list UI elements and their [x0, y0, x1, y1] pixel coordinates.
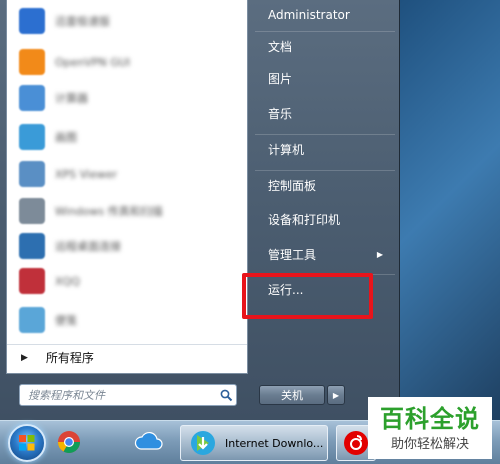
pinned-program-label: OpenVPN GUI — [55, 55, 131, 69]
remote-desktop-icon — [19, 233, 45, 259]
netease-music-icon — [344, 431, 368, 455]
cloud-icon[interactable] — [134, 429, 164, 455]
user-name[interactable]: Administrator — [255, 0, 395, 30]
start-menu: 迅雷极速版 OpenVPN GUI 计算器画图 XPS Viewer Windows 传… — [0, 0, 400, 420]
shutdown-button[interactable]: 关机 — [259, 385, 325, 405]
menu-item-documents[interactable]: 文档 — [255, 31, 395, 61]
watermark-subtitle: 助你轻松解决 — [390, 437, 469, 452]
admin-tools-label: 管理工具 — [268, 247, 317, 262]
start-orb-icon[interactable] — [8, 424, 46, 462]
menu-item-control-panel[interactable]: 控制面板 — [255, 170, 395, 200]
pinned-program-label: 迅雷极速版 — [55, 15, 110, 28]
pinned-program-label: 便笺 — [55, 314, 77, 327]
openvpn-icon — [19, 49, 45, 75]
watermark: 百科全说 助你轻松解决 — [368, 397, 492, 459]
start-menu-programs-panel: 迅雷极速版 OpenVPN GUI 计算器画图 XPS Viewer Windows 传… — [6, 0, 248, 374]
pinned-program-item[interactable]: Windows 传真和扫描 — [7, 194, 247, 228]
sticky-icon — [19, 307, 45, 333]
menu-item-devices-printers[interactable]: 设备和打印机 — [255, 204, 395, 234]
computer-label: 计算机 — [268, 143, 305, 157]
menu-item-pictures[interactable]: 图片 — [255, 63, 395, 93]
music-label: 音乐 — [268, 106, 293, 121]
run-highlight-box — [242, 273, 373, 319]
pinned-program-item[interactable]: 画图 — [7, 120, 247, 154]
app-icon — [19, 268, 45, 294]
pinned-program-item[interactable]: 迅雷极速版 — [7, 4, 247, 38]
pinned-program-label: Windows 传真和扫描 — [55, 205, 163, 218]
submenu-arrow-icon: ▶ — [376, 249, 383, 259]
xps-icon — [19, 161, 45, 187]
pinned-program-item[interactable]: 远程桌面连接 — [7, 229, 247, 263]
taskbar-item-internet-download-manager[interactable]: Internet Downlo... — [180, 425, 328, 461]
pinned-program-label: XPS Viewer — [55, 167, 118, 181]
pinned-program-item[interactable]: XPS Viewer — [7, 157, 247, 191]
pinned-program-item[interactable]: 便笺 — [7, 303, 247, 337]
search-input[interactable] — [20, 385, 216, 405]
pinned-program-item[interactable]: XQQ — [7, 264, 247, 298]
watermark-title: 百科全说 — [380, 405, 480, 433]
chrome-icon[interactable] — [56, 429, 82, 455]
search-box[interactable] — [19, 384, 237, 406]
shutdown-options-button[interactable]: ▶ — [327, 385, 345, 405]
app-icon — [19, 8, 45, 34]
documents-label: 文档 — [268, 40, 293, 54]
pinned-program-item[interactable]: 计算器 — [7, 81, 247, 115]
pinned-program-label: XQQ — [55, 274, 80, 288]
user-name-label: Administrator — [268, 8, 350, 22]
pinned-program-label: 计算器 — [55, 92, 88, 105]
taskbar-item-label: Internet Downlo... — [225, 436, 324, 450]
triangle-right-icon: ▶ — [21, 352, 28, 363]
search-icon[interactable] — [216, 385, 236, 405]
pictures-label: 图片 — [268, 71, 293, 86]
menu-item-music[interactable]: 音乐 — [255, 98, 395, 128]
all-programs-button[interactable]: ▶ 所有程序 — [7, 344, 247, 370]
pinned-program-item[interactable]: OpenVPN GUI — [7, 45, 247, 79]
all-programs-label: 所有程序 — [45, 351, 94, 365]
control-panel-label: 控制面板 — [268, 179, 317, 193]
calculator-icon — [19, 85, 45, 111]
pinned-program-label: 画图 — [55, 131, 77, 144]
devices-printers-label: 设备和打印机 — [268, 212, 341, 227]
pinned-program-label: 远程桌面连接 — [55, 240, 121, 253]
triangle-right-icon: ▶ — [332, 390, 340, 400]
paint-icon — [19, 124, 45, 150]
menu-item-computer[interactable]: 计算机 — [255, 134, 395, 164]
fax-icon — [19, 198, 45, 224]
shutdown-label: 关机 — [281, 389, 303, 402]
idm-icon — [191, 431, 215, 455]
menu-item-admin-tools[interactable]: 管理工具 ▶ — [255, 239, 395, 269]
